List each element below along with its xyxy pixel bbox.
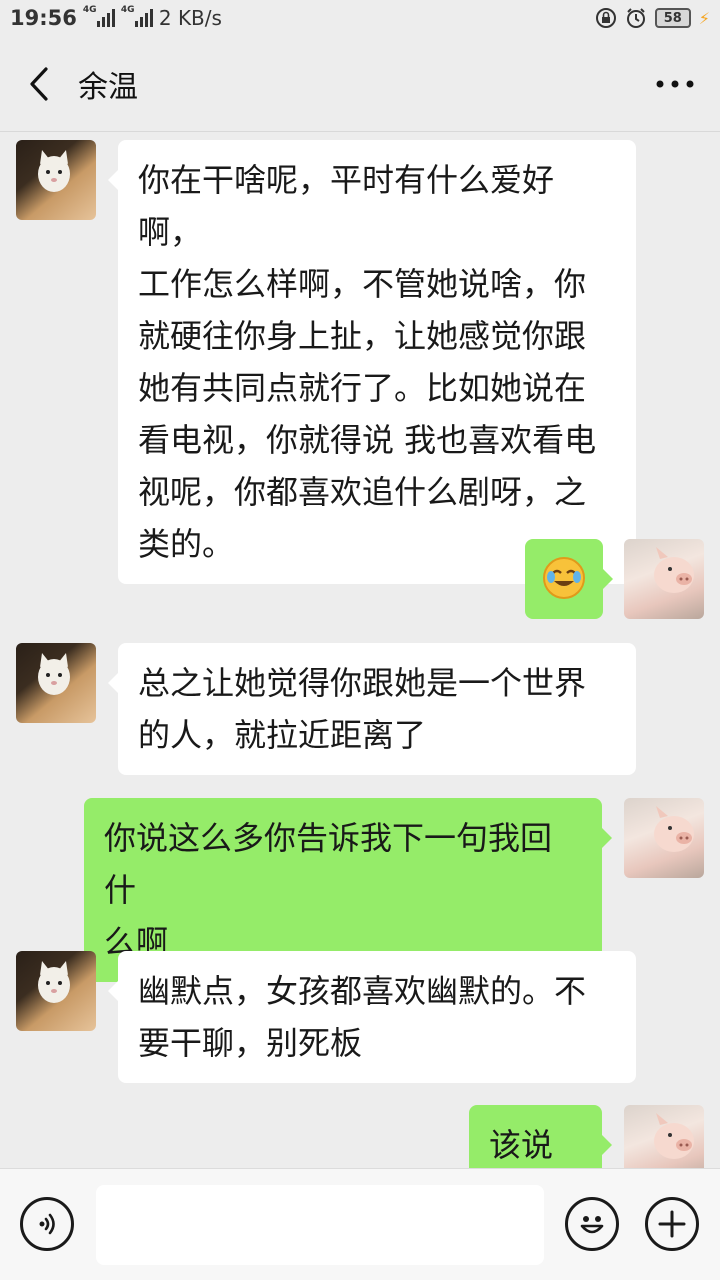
message-line: 你说这么多你告诉我下一句我回什 [104, 819, 553, 909]
lock-rotation-icon [595, 8, 616, 28]
cat-icon [38, 653, 70, 695]
my-avatar[interactable] [624, 539, 704, 619]
input-bar [0, 1168, 720, 1280]
cat-icon [38, 961, 70, 1003]
more-button[interactable] [630, 36, 720, 132]
message-line: 看电视，你就得说 我也喜欢看电 [138, 421, 597, 459]
message-line: 她有共同点就行了。比如她说在 [138, 369, 587, 407]
message-line: 视呢，你都喜欢追什么剧呀，之 [138, 473, 587, 511]
emoji-button[interactable] [565, 1197, 619, 1251]
back-button[interactable] [0, 36, 78, 132]
chat-header: 余温 [0, 36, 720, 132]
cat-icon [38, 150, 70, 192]
message-line: 你在干啥呢，平时有什么爱好啊， [138, 161, 555, 251]
message-bubble-received[interactable]: 你在干啥呢，平时有什么爱好啊， 工作怎么样啊，不管她说啥，你 就硬往你身上扯，让… [108, 140, 636, 584]
add-button[interactable] [645, 1197, 699, 1251]
more-horizontal-icon [656, 80, 694, 87]
chevron-left-icon [30, 66, 48, 101]
voice-icon [39, 1213, 55, 1235]
pig-icon [654, 1113, 694, 1159]
message-input[interactable] [96, 1185, 544, 1265]
message-bubble-received[interactable]: 总之让她觉得你跟她是一个世界 的人，就拉近距离了 [108, 643, 636, 775]
pig-icon [654, 547, 694, 593]
my-avatar[interactable] [624, 1105, 704, 1168]
charging-icon: ⚡ [698, 8, 710, 28]
signal-icon: 4G [83, 5, 115, 27]
pig-icon [654, 806, 694, 852]
face-with-tears-of-joy-icon [543, 557, 585, 599]
message-line: 总之让她觉得你跟她是一个世界 [138, 664, 587, 702]
status-time: 19:56 [10, 6, 77, 30]
message-bubble-sent[interactable] [525, 539, 613, 619]
message-line: 幽默点，女孩都喜欢幽默的。不 [138, 972, 587, 1010]
contact-avatar[interactable] [16, 951, 96, 1031]
message-line: 工作怎么样啊，不管她说啥，你 [138, 265, 587, 303]
message-bubble-sent[interactable]: 该说啥 [469, 1105, 612, 1168]
status-bar: 19:56 4G 4G 2 KB/s 58 ⚡ [0, 0, 720, 36]
contact-avatar[interactable] [16, 140, 96, 220]
message-line: 就硬往你身上扯，让她感觉你跟 [138, 317, 587, 355]
network-speed: 2 KB/s [158, 6, 222, 30]
message-line: 该说啥 [489, 1126, 554, 1164]
plus-icon [658, 1210, 686, 1238]
message-bubble-received[interactable]: 幽默点，女孩都喜欢幽默的。不 要干聊，别死板 [108, 951, 636, 1083]
signal-icon-2: 4G [121, 5, 153, 27]
voice-button[interactable] [20, 1197, 74, 1251]
my-avatar[interactable] [624, 798, 704, 878]
message-line: 的人，就拉近距离了 [138, 716, 427, 754]
alarm-icon [626, 8, 645, 28]
battery-icon: 58 [654, 8, 691, 28]
contact-avatar[interactable] [16, 643, 96, 723]
chat-title: 余温 [78, 69, 138, 105]
message-line: 要干聊，别死板 [138, 1024, 363, 1062]
smiley-icon [580, 1216, 604, 1234]
message-list[interactable]: 你在干啥呢，平时有什么爱好啊， 工作怎么样啊，不管她说啥，你 就硬往你身上扯，让… [0, 132, 720, 1168]
